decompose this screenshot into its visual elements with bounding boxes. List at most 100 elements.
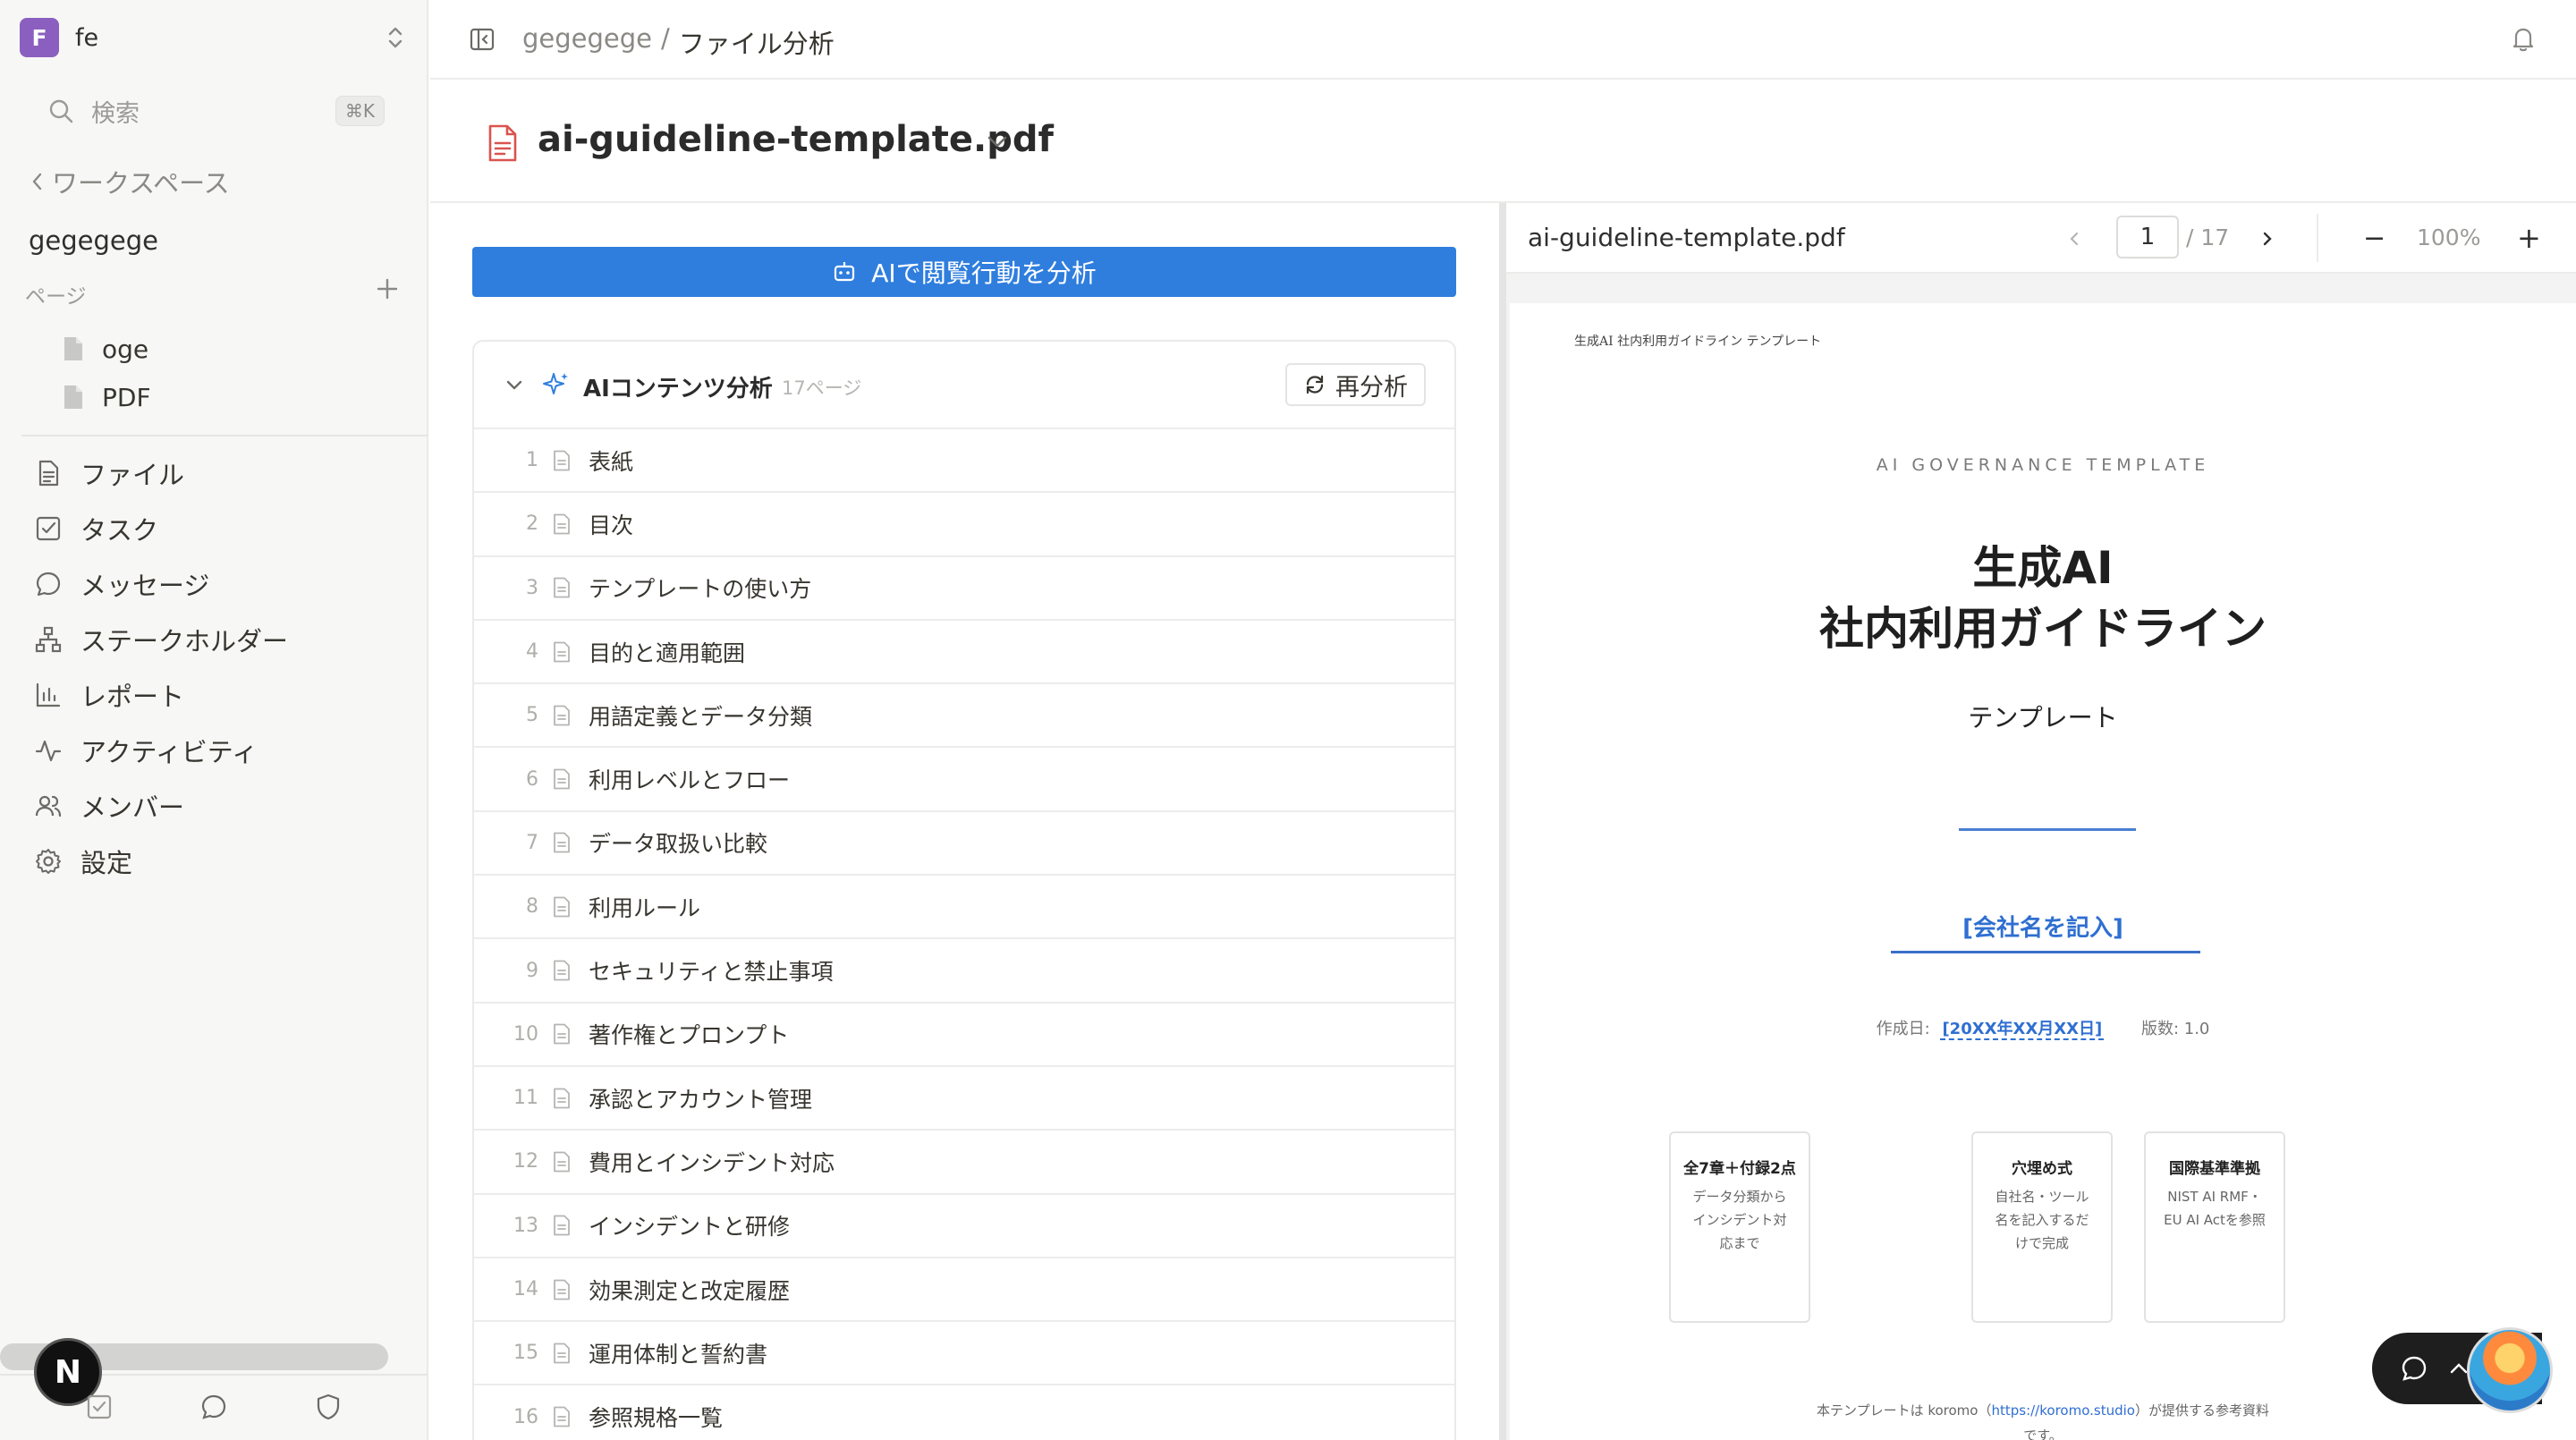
table-row[interactable]: 8 利用ルール (474, 876, 1454, 940)
table-row[interactable]: 2 目次 (474, 493, 1454, 557)
sidebar-item-label: ステークホルダー (80, 626, 289, 656)
workspace-switcher[interactable]: F fe (20, 18, 413, 57)
sidebar-item-tasks[interactable]: タスク (34, 508, 158, 549)
table-row[interactable]: 3 テンプレートの使い方 (474, 557, 1454, 621)
table-row[interactable]: 9 セキュリティと禁止事項 (474, 939, 1454, 1004)
sidebar-page-oge[interactable]: oge (63, 331, 148, 367)
row-number: 13 (513, 1214, 538, 1237)
table-row[interactable]: 14 効果測定と改定履歴 (474, 1258, 1454, 1323)
sidebar-item-settings[interactable]: 設定 (34, 841, 132, 882)
user-avatar[interactable] (2467, 1327, 2553, 1413)
breadcrumb: gegegege / ファイル分析 (522, 23, 835, 61)
sidebar-item-reports[interactable]: レポート (34, 674, 184, 716)
page-number-input[interactable]: 1 (2116, 216, 2179, 258)
document-icon (554, 705, 570, 726)
table-row[interactable]: 16 参照規格一覧 (474, 1385, 1454, 1440)
table-row[interactable]: 1 表紙 (474, 429, 1454, 494)
sidebar-item-label: アクティビティ (80, 737, 258, 767)
row-title: 承認とアカウント管理 (589, 1086, 813, 1113)
panel-splitter[interactable] (1499, 203, 1506, 1440)
table-row[interactable]: 15 運用体制と誓約書 (474, 1322, 1454, 1386)
row-number: 15 (513, 1342, 538, 1365)
pdf-footer: 本テンプレートは koromo（https://koromo.studio）が提… (1510, 1398, 2576, 1440)
back-to-workspace-link[interactable]: ワークスペース (30, 163, 230, 200)
pdf-footer-link[interactable]: https://koromo.studio (1991, 1402, 2134, 1419)
task-tab-icon[interactable] (84, 1392, 114, 1422)
project-name[interactable]: gegegege (29, 225, 158, 256)
breadcrumb-current: ファイル分析 (678, 29, 835, 59)
row-title: 効果測定と改定履歴 (589, 1277, 791, 1304)
shield-tab-icon[interactable] (313, 1392, 343, 1422)
message-icon (36, 572, 61, 597)
pdf-footer-text: ）が提供する参考資料 (2134, 1402, 2269, 1419)
zoom-out-button[interactable]: − (2363, 223, 2385, 254)
workspace-badge: F (20, 18, 59, 57)
table-row[interactable]: 11 承認とアカウント管理 (474, 1067, 1454, 1131)
reanalyze-button[interactable]: 再分析 (1285, 363, 1426, 406)
table-row[interactable]: 7 データ取扱い比較 (474, 812, 1454, 877)
row-number: 4 (526, 640, 538, 664)
pdf-feature-title: 全7章＋付録2点 (1683, 1160, 1796, 1178)
task-icon (36, 516, 61, 541)
pdf-file-icon (488, 124, 517, 162)
search-label: 検索 (91, 99, 140, 128)
row-title: テンプレートの使い方 (589, 576, 812, 603)
sidebar-item-stakeholders[interactable]: ステークホルダー (34, 619, 288, 660)
file-icon (38, 460, 59, 487)
back-label: ワークスペース (52, 168, 230, 199)
pdf-subtitle: テンプレート (1968, 703, 2118, 733)
sidebar-item-messages[interactable]: メッセージ (34, 563, 209, 605)
bell-icon[interactable] (2508, 23, 2538, 54)
sidebar-page-pdf[interactable]: PDF (63, 379, 151, 415)
page-list: 1 表紙 2 目次 3 テンプレートの使い方 4 目的と適用範囲 5 用語定義とデータ分類 6 利用レ… (474, 429, 1454, 1440)
pdf-created-date: [20XX年XX月XX日] (1940, 1020, 2105, 1040)
pdf-feature-body: データ分類からインシデント対応まで (1692, 1189, 1787, 1251)
pdf-title-line: 社内利用ガイドライン (1819, 603, 2267, 655)
sidebar-item-label: メンバー (80, 792, 185, 823)
breadcrumb-project[interactable]: gegegege (522, 23, 652, 61)
viewer-file-name: ai-guideline-template.pdf (1528, 223, 1845, 252)
chevron-down-icon[interactable] (985, 131, 1010, 151)
row-number: 14 (513, 1278, 538, 1300)
chevron-down-icon[interactable] (504, 377, 524, 394)
row-number: 12 (513, 1150, 538, 1173)
chevron-left-icon[interactable] (2066, 228, 2082, 250)
document-icon (554, 768, 570, 790)
table-row[interactable]: 10 著作権とプロンプト (474, 1004, 1454, 1067)
pdf-feature-box: 穴埋め式 自社名・ツール名を記入するだけで完成 (1971, 1131, 2113, 1323)
zoom-in-button[interactable]: + (2517, 221, 2541, 255)
table-row[interactable]: 6 利用レベルとフロー (474, 748, 1454, 812)
table-row[interactable]: 5 用語定義とデータ分類 (474, 684, 1454, 749)
message-tab-icon[interactable] (199, 1392, 229, 1422)
sidebar-item-activity[interactable]: アクティビティ (34, 730, 258, 771)
sidebar-item-files[interactable]: ファイル (34, 453, 184, 494)
chevron-left-icon (32, 173, 42, 191)
row-title: 著作権とプロンプト (589, 1022, 790, 1049)
document-icon (554, 1088, 570, 1109)
table-row[interactable]: 13 インシデントと研修 (474, 1195, 1454, 1258)
sidebar-page-label: oge (102, 334, 149, 364)
analyze-behavior-button[interactable]: AIで閲覧行動を分析 (472, 247, 1456, 297)
sidebar-item-members[interactable]: メンバー (34, 785, 184, 826)
search-button[interactable]: 検索 ⌘K (47, 89, 385, 132)
pdf-feature-body: 自社名・ツール名を記入するだけで完成 (1995, 1189, 2089, 1251)
pdf-feature-box: 全7章＋付録2点 データ分類からインシデント対応まで (1669, 1131, 1810, 1323)
chevron-updown-icon (388, 27, 402, 48)
page-count: 17ページ (782, 377, 862, 399)
pdf-meta: 作成日: [20XX年XX月XX日] 版数: 1.0 (1510, 1016, 2576, 1040)
search-shortcut: ⌘K (335, 96, 385, 126)
sidebar-item-label: ファイル (80, 460, 185, 490)
table-row[interactable]: 12 費用とインシデント対応 (474, 1131, 1454, 1195)
table-row[interactable]: 4 目的と適用範囲 (474, 621, 1454, 685)
document-icon (554, 833, 570, 853)
members-icon (35, 795, 62, 817)
chevron-right-icon[interactable] (2259, 228, 2275, 250)
content-analysis-header[interactable]: AIコンテンツ分析 17ページ 再分析 (474, 342, 1454, 429)
row-title: 利用ルール (589, 894, 701, 921)
top-bar: gegegege / ファイル分析 (430, 0, 2576, 80)
sidebar-toggle-icon[interactable] (468, 25, 496, 54)
document-icon (554, 513, 570, 535)
reanalyze-label: 再分析 (1335, 373, 1408, 402)
add-page-icon[interactable] (376, 277, 399, 301)
row-number: 1 (526, 449, 538, 472)
